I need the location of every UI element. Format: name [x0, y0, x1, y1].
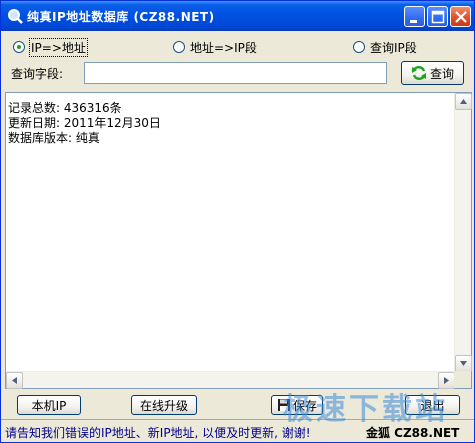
radio-button[interactable]: [173, 41, 185, 53]
scroll-down-button[interactable]: [455, 355, 472, 372]
save-button-label: 保存: [292, 398, 317, 413]
horizontal-scrollbar[interactable]: [6, 371, 455, 389]
radio-query-ip-range[interactable]: 查询IP段: [353, 38, 417, 56]
app-window: 纯真IP地址数据库 (CZ88.NET) IP=>地址 地址=>IP段 查询IP…: [0, 0, 475, 443]
status-bar: 请告知我们错误的IP地址、新IP地址, 以便及时更新, 谢谢! 金狐 CZ88.…: [1, 419, 474, 442]
radio-label: 地址=>IP段: [190, 40, 257, 55]
radio-label: IP=>地址: [29, 37, 88, 57]
arrow-left-icon: [12, 377, 17, 384]
status-message: 请告知我们错误的IP地址、新IP地址, 以便及时更新, 谢谢!: [5, 426, 311, 440]
title-bar[interactable]: 纯真IP地址数据库 (CZ88.NET): [1, 1, 474, 31]
exit-button[interactable]: 退出: [405, 395, 460, 415]
vertical-scrollbar[interactable]: [454, 93, 472, 372]
scroll-right-button[interactable]: [438, 372, 455, 389]
close-icon: [455, 11, 467, 23]
result-textarea[interactable]: 记录总数: 436316条 更新日期: 2011年12月30日 数据库版本: 纯…: [5, 92, 472, 389]
search-magnifier-icon: [8, 9, 23, 24]
floppy-disk-icon: [277, 399, 290, 411]
minimize-icon: [410, 20, 417, 23]
radio-ip-to-address[interactable]: IP=>地址: [13, 37, 88, 57]
radio-button-checked[interactable]: [13, 41, 25, 53]
query-button[interactable]: 查询: [401, 61, 464, 85]
status-brand: 金狐 CZ88.NET: [366, 426, 460, 440]
refresh-icon: [411, 66, 426, 80]
maximize-icon: [431, 10, 445, 24]
radio-label: 查询IP段: [370, 40, 417, 55]
scrollbar-corner: [454, 371, 471, 388]
minimize-button[interactable]: [404, 6, 425, 27]
arrow-right-icon: [444, 377, 449, 384]
online-upgrade-button[interactable]: 在线升级: [131, 395, 197, 415]
query-button-label: 查询: [429, 66, 454, 81]
radio-button[interactable]: [353, 41, 365, 53]
query-field-label: 查询字段:: [11, 67, 64, 81]
window-title: 纯真IP地址数据库 (CZ88.NET): [27, 10, 215, 24]
scroll-up-button[interactable]: [455, 93, 472, 110]
scroll-left-button[interactable]: [6, 372, 23, 389]
arrow-up-icon: [460, 99, 467, 104]
save-button[interactable]: 保存: [271, 395, 323, 415]
arrow-down-icon: [460, 361, 467, 366]
close-button[interactable]: [450, 6, 471, 27]
result-text: 记录总数: 436316条 更新日期: 2011年12月30日 数据库版本: 纯…: [8, 101, 161, 145]
query-input[interactable]: [84, 62, 387, 84]
maximize-button[interactable]: [427, 6, 448, 27]
local-ip-button[interactable]: 本机IP: [17, 395, 81, 415]
radio-address-to-ip-range[interactable]: 地址=>IP段: [173, 38, 257, 56]
